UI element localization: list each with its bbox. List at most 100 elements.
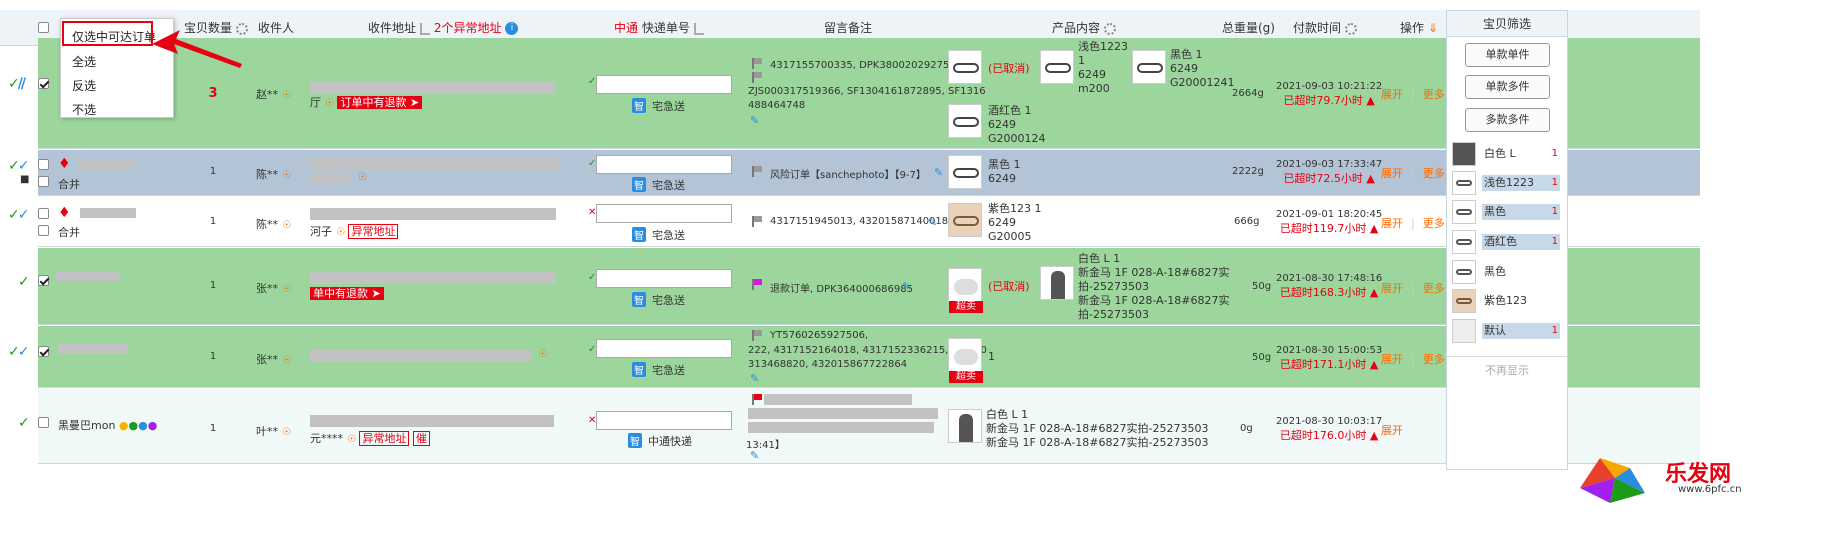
row-checkbox[interactable] <box>38 159 49 170</box>
expand-link[interactable]: 展开 <box>1381 424 1403 437</box>
chevron-down-icon[interactable]: ⇓ <box>1428 21 1438 35</box>
filter-item[interactable]: 黑色 <box>1452 260 1562 284</box>
expand-link[interactable]: 展开 <box>1381 353 1403 366</box>
tracking-input[interactable] <box>596 204 732 223</box>
flag-icon[interactable] <box>752 166 762 177</box>
product-thumbnail[interactable] <box>948 104 982 138</box>
edit-icon[interactable]: ✎ <box>750 114 759 127</box>
menu-item-select-none[interactable]: 不选 <box>72 101 96 118</box>
item-thumbnail <box>1452 142 1476 166</box>
status-check-icon: ✓// <box>8 76 26 92</box>
expand-link[interactable]: 展开 <box>1381 167 1403 180</box>
flag-icon[interactable] <box>752 394 762 405</box>
more-link[interactable]: 更多 <box>1423 282 1445 295</box>
total-weight: 50g <box>1252 352 1272 363</box>
gear-icon[interactable] <box>1104 22 1117 35</box>
flag-icon[interactable] <box>752 72 762 83</box>
edit-icon[interactable]: ✎ <box>928 216 937 229</box>
tracking-input[interactable] <box>596 411 732 430</box>
urge-badge[interactable]: 催 <box>412 431 430 446</box>
filter-item[interactable]: 浅色1223 1 <box>1452 171 1562 195</box>
logo-url: www.6pfc.cn <box>1678 484 1742 495</box>
lock-icon: ☉ <box>282 170 291 181</box>
item-qty: 1 <box>209 351 217 362</box>
product-thumbnail[interactable] <box>1040 50 1074 84</box>
product-info: 白色 L 1新金马 1F 028-A-18#6827实拍-25273503新金马… <box>986 408 1209 449</box>
express-select[interactable]: 智宅急送 <box>632 227 685 243</box>
menu-item-invert[interactable]: 反选 <box>72 77 96 94</box>
flag-icon[interactable] <box>752 216 762 227</box>
info-icon[interactable]: i <box>505 22 519 35</box>
filter-item[interactable]: 白色 L 1 <box>1452 142 1562 166</box>
status-check-icon: ✓✓ <box>8 207 29 223</box>
product-thumbnail[interactable] <box>948 409 982 443</box>
abnormal-address-link[interactable]: 2个异常地址 <box>434 21 502 35</box>
single-style-multi-item-button[interactable]: 单款多件 <box>1465 75 1550 99</box>
row-checkbox[interactable] <box>38 346 49 357</box>
express-select[interactable]: 智宅急送 <box>632 362 685 378</box>
more-link[interactable]: 更多 <box>1423 88 1445 101</box>
address-redacted <box>310 208 556 220</box>
do-not-show-link[interactable]: 不再显示 <box>1447 362 1567 378</box>
product-thumbnail[interactable]: 超卖 <box>948 338 983 383</box>
menu-item-select-all[interactable]: 全选 <box>72 53 96 70</box>
flag-icon[interactable] <box>752 330 762 341</box>
sort-icon[interactable] <box>693 22 704 35</box>
alarm-icon: ▲ <box>1369 429 1379 442</box>
edit-icon[interactable]: ✎ <box>750 372 759 385</box>
row-checkbox[interactable] <box>38 78 49 89</box>
filter-item[interactable]: 紫色123 <box>1452 289 1562 313</box>
more-link[interactable]: 更多 <box>1423 217 1445 230</box>
flag-icon[interactable] <box>752 58 762 69</box>
lock-icon: ☉ <box>538 349 547 360</box>
express-company[interactable]: 中通 <box>614 21 638 35</box>
row-actions: 展开 | 更多 <box>1381 282 1445 295</box>
tracking-input[interactable] <box>596 75 732 94</box>
edit-icon[interactable]: ✎ <box>902 280 911 293</box>
row-checkbox[interactable] <box>38 208 49 219</box>
multi-style-multi-item-button[interactable]: 多款多件 <box>1465 108 1550 132</box>
select-all-checkbox[interactable] <box>38 22 49 33</box>
express-select[interactable]: 智宅急送 <box>632 292 685 308</box>
product-thumbnail[interactable] <box>1040 266 1074 300</box>
product-thumbnail[interactable] <box>948 203 982 237</box>
merge-checkbox[interactable] <box>38 225 49 236</box>
diamond-icon: ♦ <box>58 156 71 172</box>
edit-icon[interactable]: ✎ <box>750 449 759 462</box>
filter-item[interactable]: 黑色 1 <box>1452 200 1562 224</box>
express-select[interactable]: 智宅急送 <box>632 98 685 114</box>
filter-item[interactable]: 酒红色 1 <box>1452 230 1562 254</box>
row-checkbox[interactable] <box>38 275 49 286</box>
merge-checkbox[interactable] <box>38 176 49 187</box>
express-select[interactable]: 智中通快递 <box>628 433 692 449</box>
product-thumbnail[interactable] <box>948 155 982 189</box>
abnormal-address-badge[interactable]: 异常地址 <box>348 224 399 239</box>
single-style-single-item-button[interactable]: 单款单件 <box>1465 43 1550 67</box>
express-select[interactable]: 智宅急送 <box>632 177 685 193</box>
refund-badge[interactable]: 订单中有退款 ➤ <box>337 96 423 109</box>
refund-badge[interactable]: 单中有退款 ➤ <box>310 287 384 300</box>
expand-link[interactable]: 展开 <box>1381 217 1403 230</box>
order-list-screen: { "header": { "col_qty": "宝贝数量", "col_re… <box>0 0 1847 546</box>
tracking-input[interactable] <box>596 155 732 174</box>
flag-icon[interactable] <box>752 279 762 290</box>
more-link[interactable]: 更多 <box>1423 353 1445 366</box>
product-thumbnail[interactable] <box>948 50 982 84</box>
product-thumbnail[interactable]: 超卖 <box>948 268 983 313</box>
product-thumbnail[interactable] <box>1132 50 1166 84</box>
edit-icon[interactable]: ✎ <box>934 166 943 179</box>
gear-icon[interactable] <box>1345 22 1358 35</box>
expand-link[interactable]: 展开 <box>1381 282 1403 295</box>
filter-item-label: 酒红色 <box>1482 234 1560 250</box>
row-checkbox[interactable] <box>38 417 49 428</box>
more-link[interactable]: 更多 <box>1423 167 1445 180</box>
sort-icon[interactable] <box>420 22 431 35</box>
tracking-input[interactable] <box>596 269 732 288</box>
filter-item[interactable]: 默认 1 <box>1452 319 1562 343</box>
zhi-icon: 智 <box>632 98 646 113</box>
expand-link[interactable]: 展开 <box>1381 88 1403 101</box>
address-line: 元**** ☉ 异常地址 催 <box>310 430 430 446</box>
tracking-input[interactable] <box>596 339 732 358</box>
abnormal-address-badge[interactable]: 异常地址 <box>359 431 410 446</box>
merge-tag: 合并 <box>58 178 80 191</box>
